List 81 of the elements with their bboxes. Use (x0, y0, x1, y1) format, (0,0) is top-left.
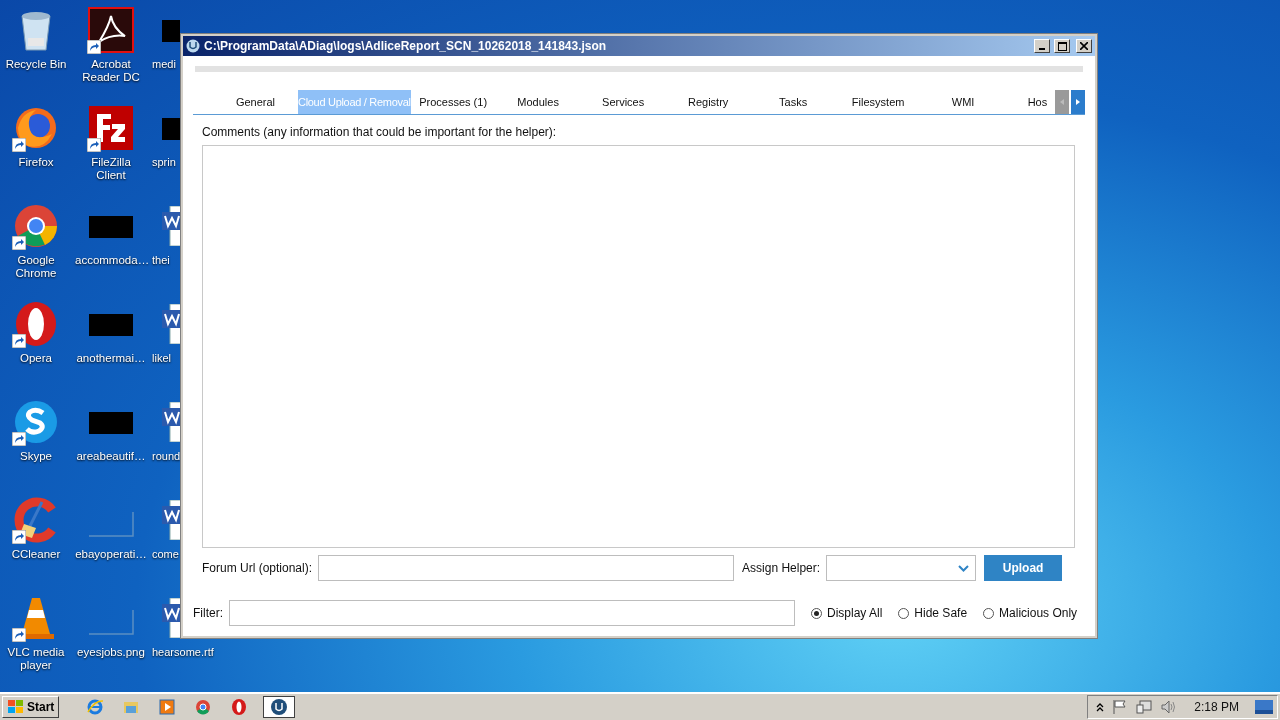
tab[interactable]: Filesystem (835, 90, 921, 114)
desktop-icon-label[interactable]: sprin (150, 156, 176, 169)
desktop-icon-label[interactable]: medi (150, 58, 176, 71)
right-arrow-icon (1076, 99, 1080, 105)
shortcut-arrow-icon (12, 236, 26, 250)
shield-app-icon (186, 39, 200, 53)
upload-button[interactable]: Upload (984, 555, 1063, 581)
forum-url-label: Forum Url (optional): (202, 561, 313, 575)
close-button[interactable] (1076, 39, 1092, 53)
network-icon[interactable] (1136, 699, 1153, 715)
radio-label[interactable]: Hide Safe (914, 606, 968, 620)
shortcut-arrow-icon (12, 432, 26, 446)
comments-field[interactable] (202, 145, 1075, 548)
tab[interactable]: WMI (920, 90, 1006, 114)
filter-field[interactable] (229, 600, 795, 626)
taskbar-app-button[interactable] (263, 696, 296, 718)
tab[interactable]: Registry (665, 90, 751, 114)
desktop-icon-label[interactable]: Recycle Bin (5, 58, 67, 71)
desktop-icon-label[interactable]: Google Chrome (0, 254, 72, 280)
desktop-icon-label[interactable]: ebayoperati… (75, 548, 147, 561)
tab[interactable]: General (213, 90, 298, 114)
assign-helper-label: Assign Helper: (742, 561, 821, 575)
desktop-icon-label[interactable]: FileZilla Client (75, 156, 147, 182)
shortcut-arrow-icon (12, 138, 26, 152)
chevron-down-icon (958, 564, 970, 572)
skype-icon (12, 398, 60, 446)
desktop-icon-label[interactable]: CCleaner (11, 548, 61, 561)
desktop-icon-label[interactable]: Skype (20, 450, 52, 463)
desktop-icon-label[interactable]: VLC media player (0, 646, 72, 672)
window-title: C:\ProgramData\ADiag\logs\AdliceReport_SCN_10262018_141843.json (204, 39, 608, 53)
tab[interactable]: Hos (1005, 90, 1048, 114)
internet-explorer-icon[interactable] (86, 698, 105, 716)
filezilla-icon (87, 104, 135, 152)
desktop-icon-label[interactable]: thei (150, 254, 170, 267)
shortcut-arrow-icon (12, 628, 26, 642)
forum-url-field[interactable] (318, 555, 735, 581)
desktop-icon-label[interactable]: come (150, 548, 179, 561)
desktop-icon-label[interactable]: Opera (20, 352, 52, 365)
desktop-icon-label[interactable]: eyesjobs.png (77, 646, 145, 659)
start-button[interactable]: Start (2, 696, 60, 718)
opera-icon[interactable] (230, 698, 249, 716)
radio-button[interactable] (811, 607, 822, 619)
chevron-up-icon[interactable] (1096, 702, 1105, 712)
desktop-icon-label[interactable]: likel (150, 352, 171, 365)
tab[interactable]: Modules (495, 90, 581, 114)
comments-label: Comments (any information that could be important for the helper): (202, 125, 558, 139)
chrome-icon (12, 202, 60, 250)
filter-label: Filter: (193, 606, 223, 620)
radio-label[interactable]: Malicious Only (999, 606, 1078, 620)
scroll-right-button[interactable] (1071, 90, 1085, 114)
shortcut-arrow-icon (12, 530, 26, 544)
tab[interactable]: Processes (1) (410, 90, 496, 114)
radio-button[interactable] (898, 607, 910, 619)
desktop-icon-label[interactable]: hearsome.rtf (150, 646, 214, 659)
chrome-icon[interactable] (194, 698, 213, 716)
speaker-icon[interactable] (1160, 699, 1177, 715)
desktop-icon-label[interactable]: Acrobat Reader DC (75, 58, 147, 84)
flag-icon[interactable] (1112, 699, 1129, 715)
tab[interactable]: Tasks (750, 90, 836, 114)
maximize-button[interactable] (1054, 39, 1070, 53)
left-arrow-icon (1060, 99, 1064, 105)
minimize-button[interactable] (1034, 39, 1050, 53)
redacted-thumbnail-icon (162, 20, 180, 42)
close-icon (1080, 42, 1088, 50)
shortcut-arrow-icon (12, 334, 26, 348)
desktop-icon-label[interactable]: accommoda… (75, 254, 147, 267)
tab[interactable]: Services (580, 90, 666, 114)
clock[interactable]: 2:18 PM (1194, 700, 1239, 714)
radio-button[interactable] (983, 607, 995, 619)
maximize-icon (1057, 41, 1067, 51)
acrobat-icon (87, 6, 135, 54)
shortcut-arrow-icon (87, 138, 101, 152)
desktop-icon-label[interactable]: anothermai… (76, 352, 146, 365)
desktop-icon-label[interactable]: round (150, 450, 181, 463)
desktop-icon-label[interactable]: Firefox (18, 156, 54, 169)
radio-label[interactable]: Display All (827, 606, 883, 620)
shortcut-arrow-icon (87, 40, 101, 54)
windows-logo-icon (7, 699, 25, 715)
desktop-icon-label[interactable]: areabeautif… (76, 450, 146, 463)
media-player-icon[interactable] (158, 698, 177, 716)
shield-app-icon[interactable] (270, 698, 289, 716)
